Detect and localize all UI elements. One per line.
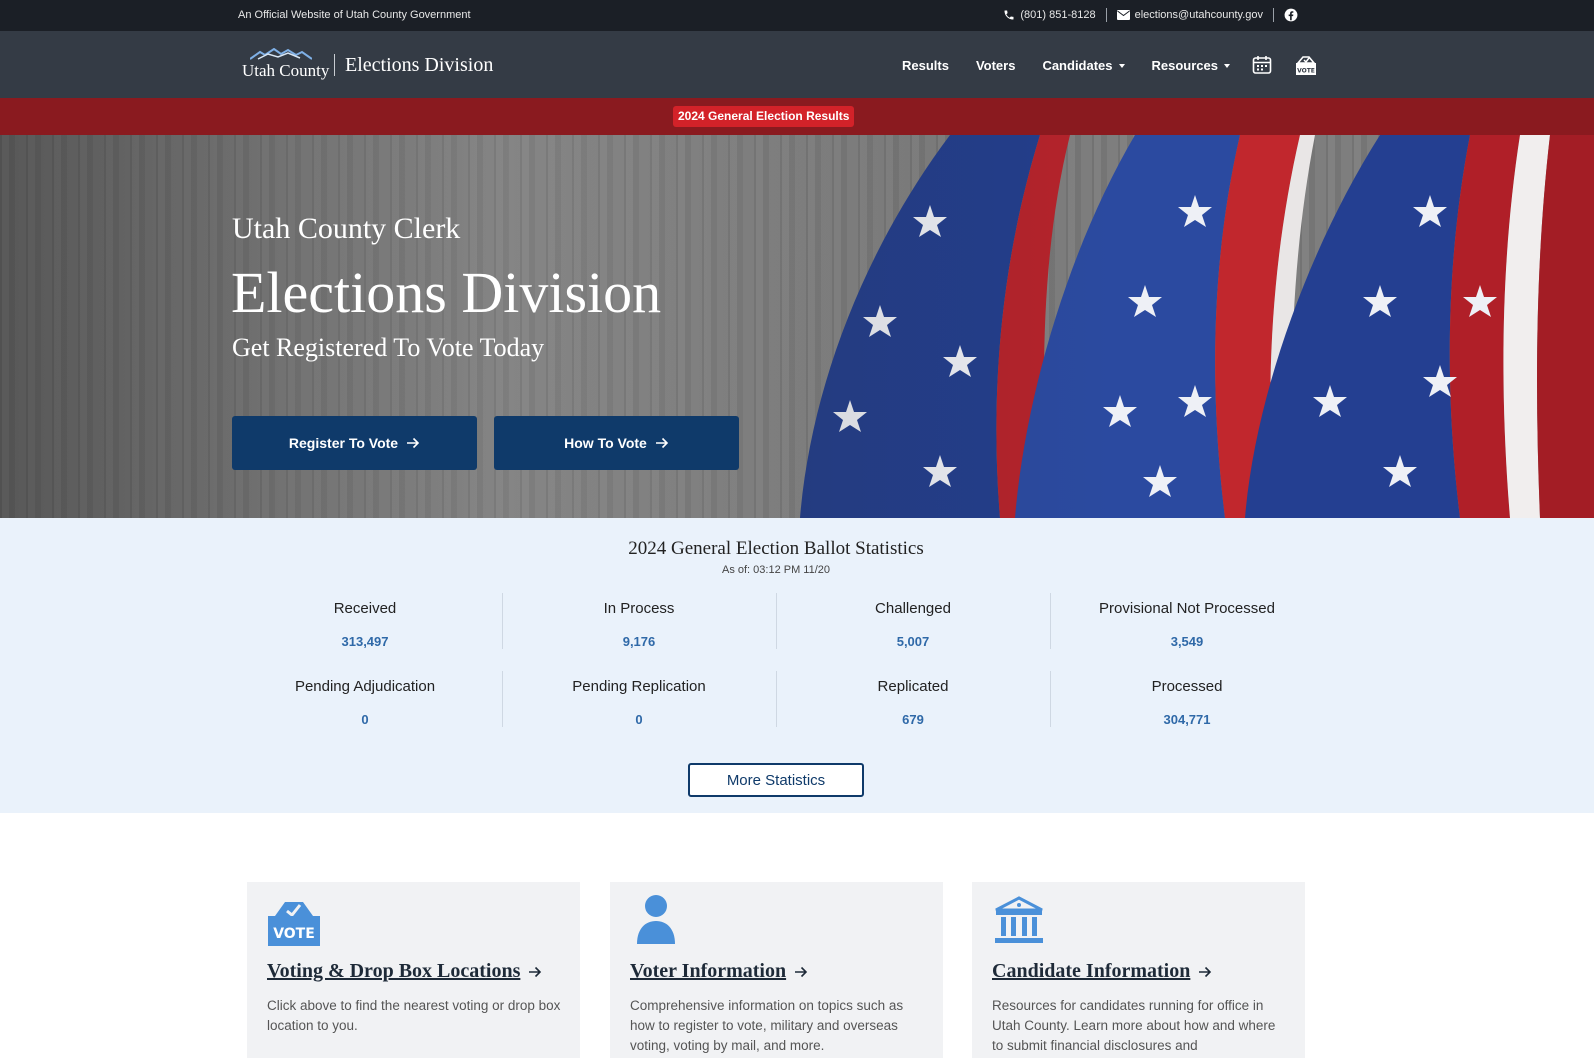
primary-navigation: Results Voters Candidates Resources VOTE [875,53,1318,77]
stat-value: 0 [635,712,643,727]
stat-value: 304,771 [1163,712,1211,727]
card-description: Comprehensive information on topics such… [630,998,904,1053]
facebook-link[interactable] [1284,8,1298,22]
calendar-link[interactable] [1252,55,1272,75]
stat-replicated: Replicated 679 [776,671,1050,732]
main-navbar: Utah County Elections Division Results V… [0,31,1594,98]
calendar-icon [1252,56,1272,74]
stat-label: Processed [1151,678,1223,695]
hero-title: Elections Division [231,260,662,325]
stat-challenged: Challenged 5,007 [776,593,1050,654]
candidate-information-card: Candidate Information Resources for cand… [972,882,1305,1058]
top-utility-bar: An Official Website of Utah County Gover… [0,0,1594,31]
stat-value: 9,176 [622,634,656,649]
voter-information-card: Voter Information Comprehensive informat… [610,882,943,1058]
brand-divider [334,54,335,76]
stat-label: Replicated [877,678,949,695]
brand-division-name: Elections Division [345,53,494,76]
phone-link[interactable]: (801) 851-8128 [1003,9,1096,21]
phone-icon [1004,10,1014,20]
card-title: Candidate Information [992,960,1191,982]
logo-wordmark: Utah County [242,61,330,80]
nav-candidates-dropdown[interactable]: Candidates [1042,57,1125,73]
card-description: Click above to find the nearest voting o… [267,998,561,1033]
stat-value: 0 [361,712,369,727]
results-announcement-bar: 2024 General Election Results [0,98,1594,135]
envelope-icon [1116,10,1130,20]
utah-county-logo: Utah County [240,47,329,83]
candidate-information-link[interactable]: Candidate Information [992,960,1212,983]
ballot-statistics-section: 2024 General Election Ballot Statistics … [0,518,1594,813]
ballot-box-icon: VOTE [1296,56,1316,75]
stat-label: In Process [603,600,675,617]
statistics-row: Received 313,497 In Process 9,176 Challe… [228,593,1324,654]
caret-down-icon [1118,64,1125,68]
stat-pending-replication: Pending Replication 0 [502,671,776,732]
election-results-link[interactable]: 2024 General Election Results [673,106,855,127]
card-title: Voter Information [630,960,787,982]
nav-voters-label: Voters [975,57,1016,73]
official-website-notice: An Official Website of Utah County Gover… [238,9,471,21]
stat-in-process: In Process 9,176 [502,593,776,654]
nav-results[interactable]: Results [902,58,949,73]
government-building-icon [995,896,1043,943]
person-icon [637,895,675,944]
email-address: elections@utahcounty.gov [1134,9,1263,21]
statistics-timestamp: As of: 03:12 PM 11/20 [721,564,831,576]
stat-processed: Processed 304,771 [1050,671,1324,732]
statistics-row: Pending Adjudication 0 Pending Replicati… [228,671,1324,732]
nav-candidates-label: Candidates [1042,57,1113,73]
nav-resources-dropdown[interactable]: Resources [1152,58,1230,73]
how-to-vote-button[interactable]: How To Vote [494,416,739,470]
stat-label: Challenged [875,600,951,617]
stat-label: Provisional Not Processed [1099,600,1275,617]
contact-info: (801) 851-8128 elections@utahcounty.gov [1003,8,1298,22]
nav-resources-label: Resources [1151,57,1218,73]
stat-value: 3,549 [1170,634,1204,649]
nav-voters[interactable]: Voters [976,58,1016,73]
vote-ballot-link[interactable]: VOTE [1294,53,1318,77]
stat-received: Received 313,497 [228,596,502,654]
facebook-icon [1284,8,1298,22]
nav-results-label: Results [901,57,949,73]
arrow-right-icon [1199,966,1212,977]
voting-locations-link[interactable]: Voting & Drop Box Locations [267,960,542,983]
stat-label: Pending Adjudication [294,678,436,695]
stat-value: 313,497 [341,634,389,649]
vote-box-icon-text: VOTE [273,926,315,942]
statistics-grid: Received 313,497 In Process 9,176 Challe… [228,593,1324,752]
card-description: Resources for candidates running for off… [992,998,1276,1053]
arrow-right-icon [795,966,808,977]
stat-value: 5,007 [896,634,930,649]
hero-tagline: Get Registered To Vote Today [232,333,545,362]
arrow-right-icon [529,966,542,977]
arrow-right-icon [655,437,668,449]
contact-divider [1105,8,1107,22]
stat-value: 679 [902,712,924,727]
voting-locations-card: VOTE Voting & Drop Box Locations Click a… [247,882,580,1058]
vote-box-icon: VOTE [268,902,320,946]
stat-label: Pending Replication [572,678,706,695]
voter-information-link[interactable]: Voter Information [630,960,808,983]
register-to-vote-label: Register To Vote [288,435,399,451]
stat-pending-adjudication: Pending Adjudication 0 [228,674,502,732]
more-statistics-button[interactable]: More Statistics [688,763,864,797]
register-to-vote-button[interactable]: Register To Vote [232,416,477,470]
email-link[interactable]: elections@utahcounty.gov [1116,9,1263,21]
card-title: Voting & Drop Box Locations [267,960,521,982]
stat-provisional-not-processed: Provisional Not Processed 3,549 [1050,593,1324,654]
contact-divider [1273,8,1274,22]
mountain-logo-icon [250,48,312,60]
statistics-heading: 2024 General Election Ballot Statistics [628,538,924,559]
arrow-right-icon [407,437,420,449]
how-to-vote-label: How To Vote [564,435,647,451]
svg-text:VOTE: VOTE [1297,68,1315,75]
hero-section: Utah County Clerk Elections Division Get… [0,135,1594,518]
phone-number: (801) 851-8128 [1020,9,1096,21]
site-brand[interactable]: Utah County Elections Division [240,47,493,83]
caret-down-icon [1224,64,1230,68]
hero-kicker: Utah County Clerk [232,212,461,245]
stat-label: Received [333,600,397,617]
